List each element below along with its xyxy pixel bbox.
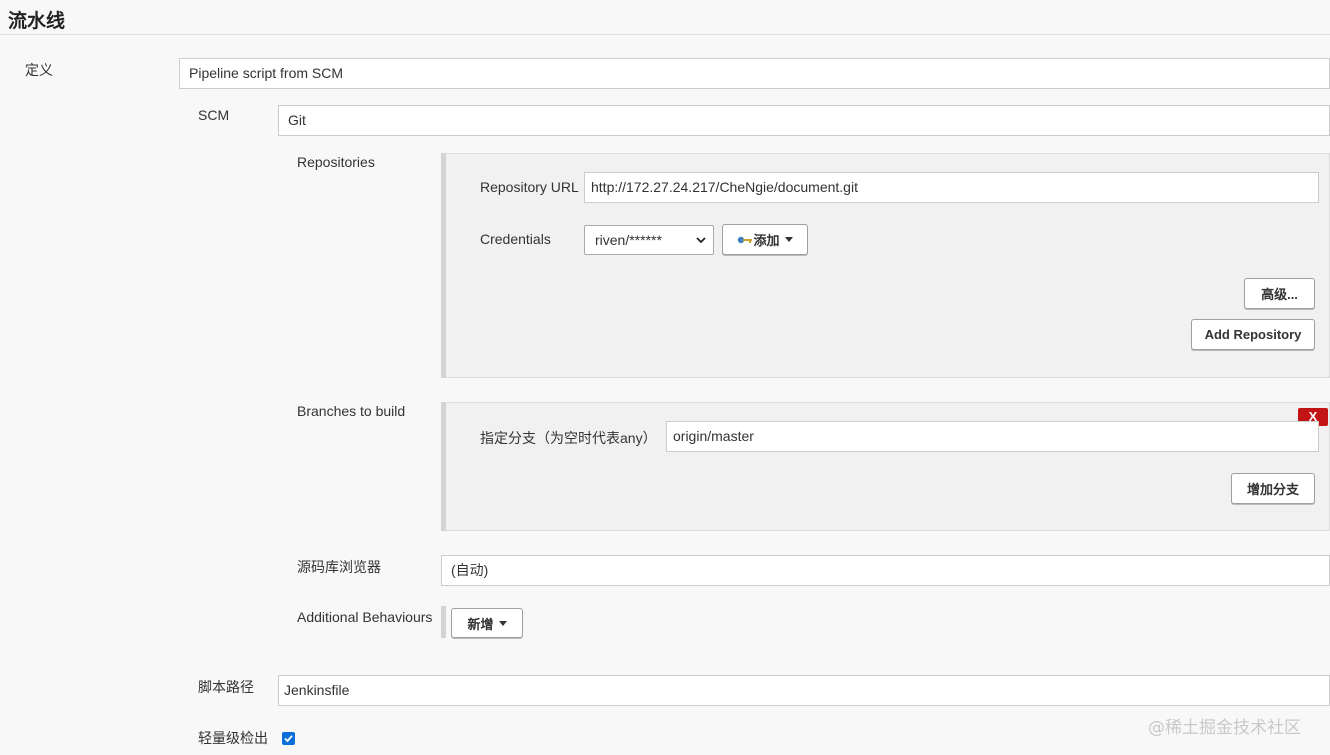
add-behaviour-label: 新增 <box>467 616 494 632</box>
credentials-label: Credentials <box>480 231 551 247</box>
repositories-panel: Repository URL http://172.27.24.217/CheN… <box>446 153 1330 378</box>
add-credentials-button[interactable]: 添加 <box>722 224 808 255</box>
repository-url-label: Repository URL <box>480 179 579 195</box>
repositories-label: Repositories <box>297 154 375 170</box>
definition-label: 定义 <box>25 62 53 78</box>
script-path-label: 脚本路径 <box>198 679 254 695</box>
lightweight-checkout-checkbox[interactable] <box>282 732 295 745</box>
additional-behaviours-label: Additional Behaviours <box>297 609 433 625</box>
scm-select[interactable]: Git <box>278 105 1330 136</box>
branch-specifier-label: 指定分支（为空时代表any） <box>480 430 657 446</box>
chevron-down-icon <box>696 237 706 244</box>
scm-label: SCM <box>198 107 230 123</box>
repository-url-input[interactable]: http://172.27.24.217/CheNgie/document.gi… <box>584 172 1319 203</box>
key-icon <box>738 236 753 243</box>
repo-browser-label: 源码库浏览器 <box>297 559 381 575</box>
caret-down-icon <box>784 237 793 242</box>
caret-down-icon <box>498 620 507 626</box>
watermark: @稀土掘金技术社区 <box>1148 718 1301 738</box>
checkmark-icon <box>284 735 293 743</box>
credentials-value: riven/****** <box>595 232 662 248</box>
section-divider <box>0 34 1330 35</box>
add-branch-button[interactable]: 增加分支 <box>1231 473 1315 504</box>
branch-specifier-input[interactable]: origin/master <box>666 421 1319 452</box>
add-behaviour-button[interactable]: 新增 <box>451 608 523 638</box>
definition-select[interactable]: Pipeline script from SCM <box>179 58 1330 89</box>
lightweight-checkout-label: 轻量级检出 <box>198 730 268 746</box>
branches-panel: X 指定分支（为空时代表any） origin/master 增加分支 <box>446 402 1330 531</box>
section-title: 流水线 <box>8 10 66 32</box>
advanced-button[interactable]: 高级... <box>1244 278 1315 309</box>
credentials-select[interactable]: riven/****** <box>584 225 714 255</box>
repo-browser-select[interactable]: (自动) <box>441 555 1330 586</box>
add-repository-button[interactable]: Add Repository <box>1191 319 1315 350</box>
branches-label: Branches to build <box>297 403 406 419</box>
add-credentials-label: 添加 <box>753 233 780 248</box>
script-path-input[interactable]: Jenkinsfile <box>278 675 1330 706</box>
additional-behaviours-bar <box>441 606 446 638</box>
